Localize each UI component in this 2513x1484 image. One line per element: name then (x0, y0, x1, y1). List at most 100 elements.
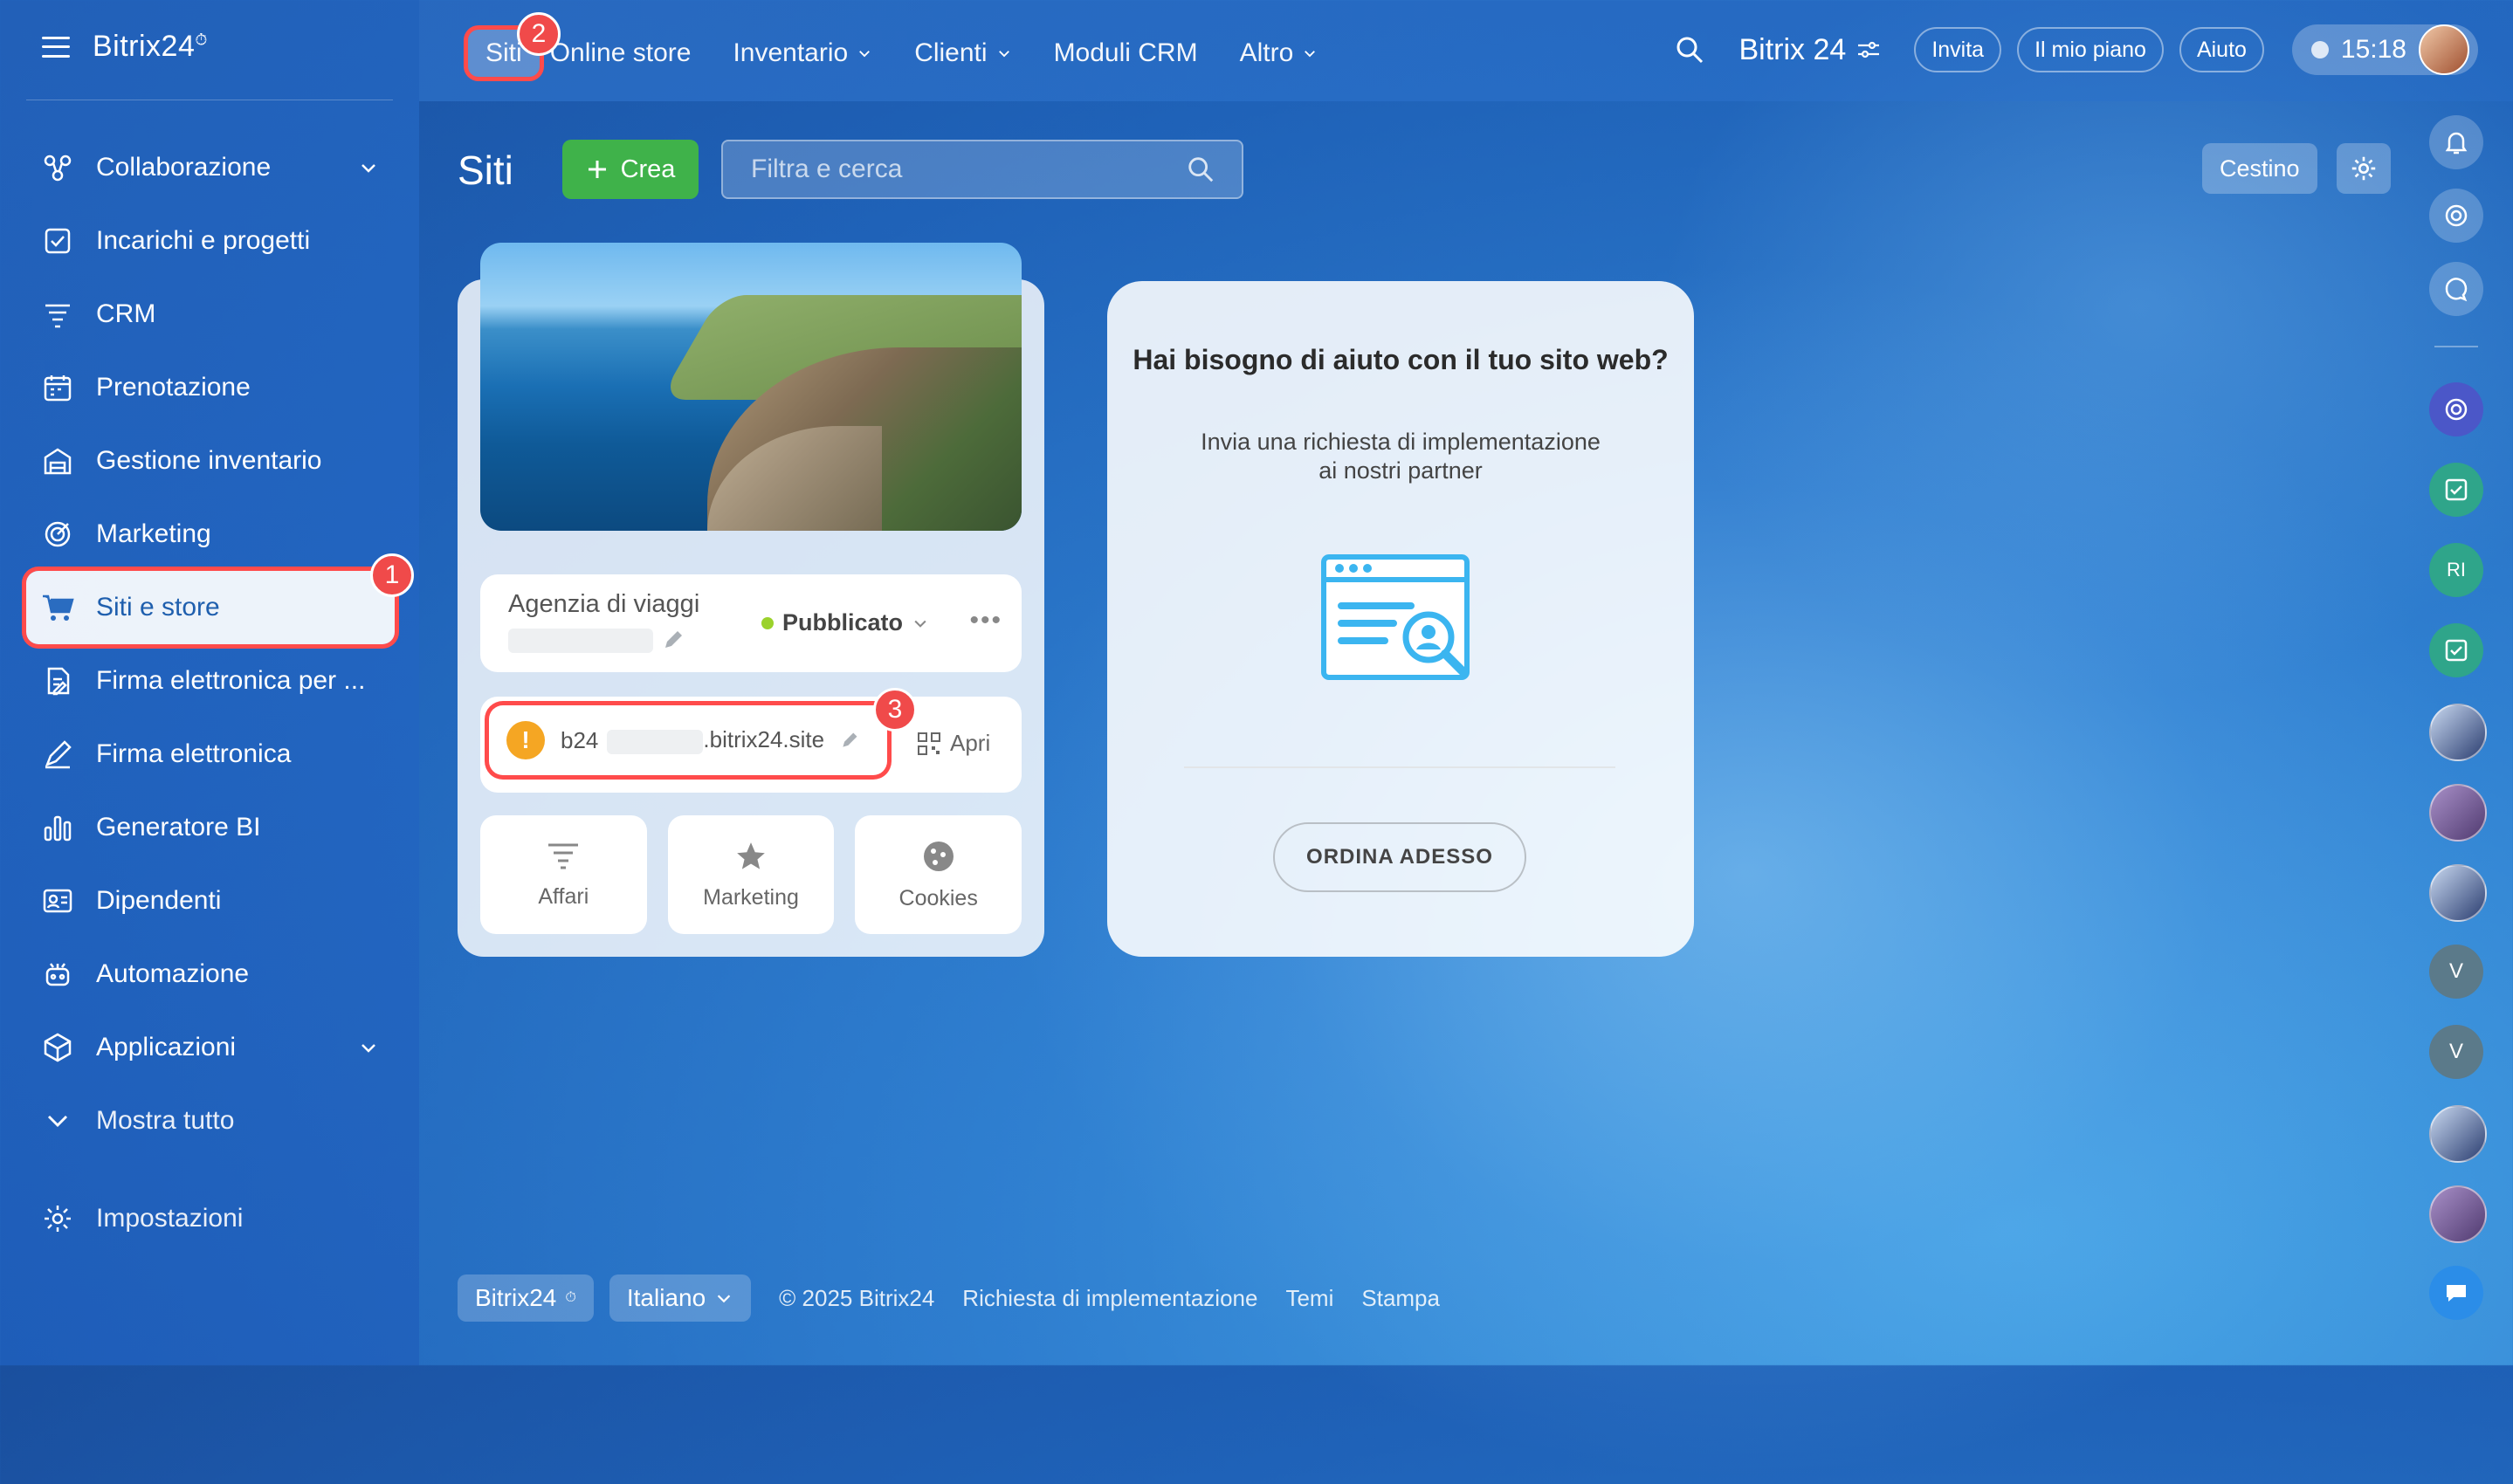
user-avatar[interactable] (2429, 1185, 2487, 1243)
bell-icon[interactable] (2429, 115, 2483, 169)
tab-label: Clienti (914, 38, 988, 67)
url-suffix: .bitrix24.site (703, 726, 825, 753)
site-name[interactable]: Agenzia di viaggi (508, 590, 699, 619)
search-input[interactable] (749, 154, 1172, 185)
tile-marketing[interactable]: Marketing (667, 815, 835, 934)
tab-online-store[interactable]: Online store (550, 38, 692, 68)
divider (1184, 766, 1615, 768)
sidebar-item-prenotazione[interactable]: Prenotazione (0, 351, 419, 424)
tile-cookies[interactable]: Cookies (855, 815, 1022, 934)
sidebar-item-label: Incarichi e progetti (96, 226, 311, 255)
funnel-icon (548, 843, 579, 869)
site-preview-image[interactable] (480, 243, 1022, 531)
pencil-icon[interactable] (662, 629, 685, 651)
status-dropdown[interactable]: Pubblicato (761, 609, 929, 636)
inventory-icon (40, 443, 75, 478)
step-badge-3: 3 (873, 688, 917, 732)
sidebar-item-automazione[interactable]: Automazione (0, 938, 419, 1011)
open-site-button[interactable]: Apri (917, 730, 990, 757)
create-label: Crea (620, 155, 676, 183)
e-sign-icon (40, 737, 75, 772)
language-select[interactable]: Italiano (609, 1274, 752, 1322)
my-plan-button[interactable]: Il mio piano (2017, 27, 2164, 72)
tab-clienti[interactable]: Clienti (914, 38, 1011, 68)
invite-button[interactable]: Invita (1914, 27, 2002, 72)
task-chat-icon[interactable] (2429, 623, 2483, 677)
tab-altro[interactable]: Altro (1240, 38, 1318, 68)
footer-link-implementazione[interactable]: Richiesta di implementazione (962, 1285, 1257, 1312)
tab-label: Altro (1239, 38, 1294, 67)
brand-logo-top[interactable]: Bitrix 24 (1738, 33, 1881, 67)
footer: Bitrix24 ⏱ Italiano © 2025 Bitrix24 Richi… (458, 1274, 1440, 1322)
sidebar-item-label: Applicazioni (96, 1033, 237, 1061)
sidebar-item-incarichi[interactable]: Incarichi e progetti (0, 204, 419, 278)
brand-logo[interactable]: Bitrix24⏱ (93, 30, 208, 64)
show-all-button[interactable]: Mostra tutto (0, 1084, 419, 1158)
sidebar-item-impostazioni[interactable]: Impostazioni (0, 1182, 419, 1255)
chat-icon[interactable] (2429, 1266, 2483, 1320)
sidebar-item-firma[interactable]: Firma elettronica (0, 718, 419, 791)
help-button[interactable]: Aiuto (2179, 27, 2264, 72)
footer-link-stampa[interactable]: Stampa (1361, 1285, 1440, 1312)
chevron-down-icon (40, 1103, 75, 1138)
collaboration-icon (40, 150, 75, 185)
search-icon[interactable] (1186, 155, 1215, 184)
tab-inventario[interactable]: Inventario (733, 38, 872, 68)
sidebar-item-dipendenti[interactable]: Dipendenti (0, 864, 419, 938)
cookie-icon (923, 841, 954, 871)
tab-moduli-crm[interactable]: Moduli CRM (1054, 38, 1198, 68)
sliders-icon (1858, 41, 1880, 58)
sidebar: Bitrix24⏱ Collaborazione Incarichi e pro… (0, 0, 419, 1365)
sidebar-item-collaborazione[interactable]: Collaborazione (0, 131, 419, 204)
user-avatar[interactable] (2429, 864, 2487, 922)
group-chat-avatar[interactable] (2429, 704, 2487, 761)
page-title: Siti (458, 148, 513, 193)
menu-icon[interactable] (42, 36, 70, 58)
top-right: Bitrix 24 Invita Il mio piano Aiuto 15:1… (1674, 24, 2478, 75)
user-avatar[interactable] (2429, 784, 2487, 842)
copilot-icon[interactable] (2429, 189, 2483, 243)
site-url[interactable]: ! b24 .bitrix24.site (489, 705, 887, 775)
trash-button[interactable]: Cestino (2202, 143, 2317, 194)
brand-text: Bitrix 24 (1738, 32, 1847, 66)
task-chat-icon[interactable] (2429, 463, 2483, 517)
sidebar-item-firma-hr[interactable]: Firma elettronica per ... (0, 644, 419, 718)
chat-avatar-ri[interactable]: RI (2429, 543, 2483, 597)
search-chat-icon[interactable] (2429, 262, 2483, 316)
user-avatar[interactable] (2429, 1105, 2487, 1163)
order-now-button[interactable]: ORDINA ADESSO (1273, 822, 1526, 892)
more-icon[interactable]: ••• (969, 606, 1002, 636)
work-time-widget[interactable]: 15:18 (2291, 24, 2478, 75)
site-tiles: Affari Marketing Cookies (480, 815, 1022, 934)
sidebar-item-bi[interactable]: Generatore BI (0, 791, 419, 864)
help-title: Hai bisogno di aiuto con il tuo sito web… (1133, 344, 1669, 375)
chevron-down-icon[interactable] (358, 155, 379, 185)
footer-link-temi[interactable]: Temi (1285, 1285, 1333, 1312)
sidebar-item-label: Firma elettronica per ... (96, 666, 366, 695)
search-icon[interactable] (1674, 34, 1705, 65)
chat-avatar-v[interactable]: V (2429, 1025, 2483, 1079)
avatar[interactable] (2419, 24, 2469, 75)
sidebar-item-applicazioni[interactable]: Applicazioni (0, 1011, 419, 1084)
footer-brand[interactable]: Bitrix24 ⏱ (458, 1274, 594, 1322)
search-box[interactable] (721, 140, 1243, 199)
sidebar-item-crm[interactable]: CRM (0, 278, 419, 351)
sidebar-item-inventario[interactable]: Gestione inventario (0, 424, 419, 498)
chevron-down-icon[interactable] (358, 1035, 379, 1065)
help-text: Invia una richiesta di implementazione a… (1201, 429, 1601, 484)
pencil-icon[interactable] (840, 731, 859, 750)
tile-affari[interactable]: Affari (480, 815, 647, 934)
chat-avatar-v[interactable]: V (2429, 945, 2483, 999)
plus-icon (588, 161, 606, 178)
language-label: Italiano (626, 1284, 706, 1311)
copilot-chat-icon[interactable] (2429, 382, 2483, 436)
employees-icon (40, 883, 75, 918)
sidebar-item-marketing[interactable]: Marketing (0, 498, 419, 571)
footer-brand-label: Bitrix24 (475, 1284, 557, 1311)
sidebar-item-label: Impostazioni (96, 1204, 244, 1233)
create-button[interactable]: Crea (562, 140, 699, 199)
tile-label: Cookies (898, 885, 978, 910)
sidebar-item-siti-e-store[interactable]: Siti e store (26, 571, 395, 644)
settings-button[interactable] (2337, 143, 2391, 194)
sidebar-item-label: Firma elettronica (96, 739, 292, 768)
